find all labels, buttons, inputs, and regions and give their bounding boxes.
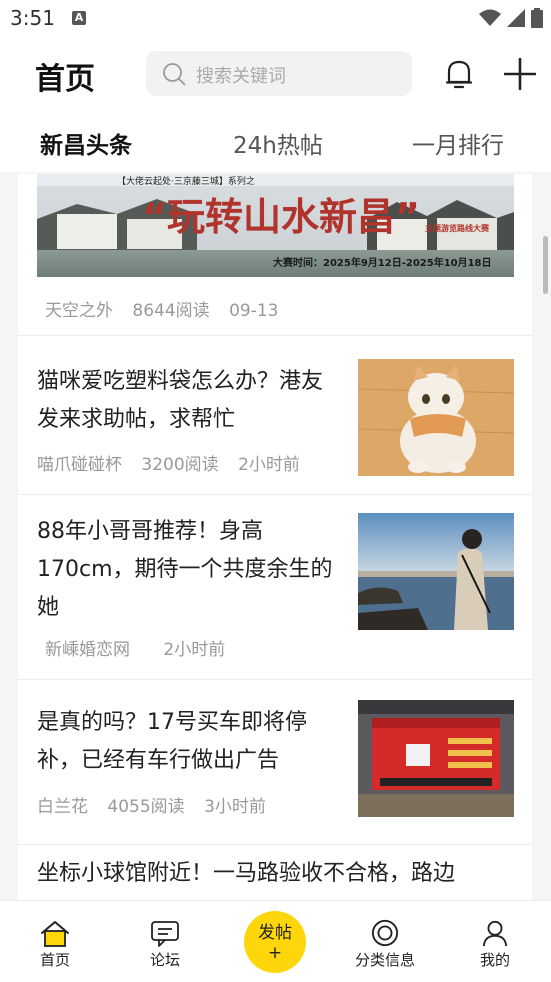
page-title: 首页 [35,62,95,97]
post-meta: 喵爪碰碰杯 3200阅读 2小时前 [37,450,300,475]
notification-icon: A [72,11,86,25]
category-tabs: 新昌头条 24h热帖 一月排行 [0,110,551,172]
post-thumbnail[interactable] [358,359,514,476]
post-reads: 8644阅读 [132,301,210,321]
scrollbar[interactable] [543,236,548,294]
cat-photo [358,359,514,476]
nav-home-label: 首页 [39,951,70,969]
status-icons [479,8,543,28]
post-title[interactable]: 坐标小球馆附近！一马路验收不合格，路边 [37,855,517,893]
post-time: 09-13 [229,301,279,321]
status-time: 3:51 [10,6,55,30]
post-time: 3小时前 [204,797,266,817]
post-button-plus: + [267,943,283,963]
divider [18,335,532,336]
bottom-nav: 首页 论坛 发帖 + 分类信息 我的 [0,900,551,982]
nav-profile-label: 我的 [479,951,510,969]
car-showroom-photo [358,700,514,817]
post-time: 2小时前 [238,455,300,475]
post-author: 喵爪碰碰杯 [37,455,122,475]
add-icon[interactable] [504,58,536,90]
banner-meta: 天空之外 8644阅读 09-13 [45,296,278,321]
battery-icon [531,8,543,28]
seaside-man-photo [358,513,514,630]
nav-profile[interactable]: 我的 [455,919,535,970]
nav-home[interactable]: 首页 [15,919,95,970]
tab-headlines[interactable]: 新昌头条 [40,126,132,160]
post-reads: 3200阅读 [141,455,219,475]
divider [18,844,532,845]
wifi-icon [479,9,501,26]
search-bar[interactable]: 搜索关键词 [146,51,412,96]
signal-icon [507,9,525,27]
post-title[interactable]: 是真的吗？17号买车即将停补，已经有车行做出广告 [37,704,337,780]
nav-forum-label: 论坛 [149,951,180,969]
post-button-label: 发帖 [258,923,292,943]
search-icon [163,63,186,86]
post-time: 2小时前 [163,640,226,660]
post-author: 天空之外 [45,301,113,321]
post-thumbnail[interactable] [358,700,514,817]
forum-icon [151,921,179,947]
tab-24h-hot[interactable]: 24h热帖 [233,126,323,160]
post-meta: 新嵊婚恋网 2小时前 [45,635,225,660]
home-icon [41,921,69,947]
divider [18,679,532,680]
post-author: 新嵊婚恋网 [45,640,130,660]
post-title[interactable]: 猫咪爱吃塑料袋怎么办？港友发来求助帖，求帮忙 [37,363,337,439]
post-button[interactable]: 发帖 + [244,911,306,973]
post-reads: 4055阅读 [107,797,185,817]
banner-image[interactable]: 【大佬云起处·三京藤三城】系列之 “玩转山水新昌” 主题游览路线大赛 大赛时间：… [37,174,514,277]
feed-list[interactable]: 【大佬云起处·三京藤三城】系列之 “玩转山水新昌” 主题游览路线大赛 大赛时间：… [18,174,532,900]
profile-icon [482,920,508,947]
post-meta: 白兰花 4055阅读 3小时前 [37,792,266,817]
category-icon [371,919,399,947]
notification-bell-icon[interactable] [445,58,473,90]
banner-illustration: 【大佬云起处·三京藤三城】系列之 “玩转山水新昌” 主题游览路线大赛 大赛时间：… [37,174,514,277]
nav-category-label: 分类信息 [354,951,415,969]
divider [18,494,532,495]
banner-series: 【大佬云起处·三京藤三城】系列之 [117,175,255,187]
post-thumbnail[interactable] [358,513,514,630]
nav-category[interactable]: 分类信息 [345,919,425,970]
post-title[interactable]: 88年小哥哥推荐！身高170cm，期待一个共度余生的她 [37,513,337,627]
nav-forum[interactable]: 论坛 [125,919,205,970]
tab-monthly-ranking[interactable]: 一月排行 [412,126,504,160]
search-placeholder: 搜索关键词 [196,66,286,87]
post-author: 白兰花 [37,797,88,817]
banner-dates: 大赛时间：2025年9月12日-2025年10月18日 [273,256,492,269]
app-bar: 首页 搜索关键词 [0,38,551,110]
status-bar: 3:51 A [0,0,551,38]
banner-headline: “玩转山水新昌” [142,195,420,239]
banner-subtitle: 主题游览路线大赛 [425,223,490,233]
